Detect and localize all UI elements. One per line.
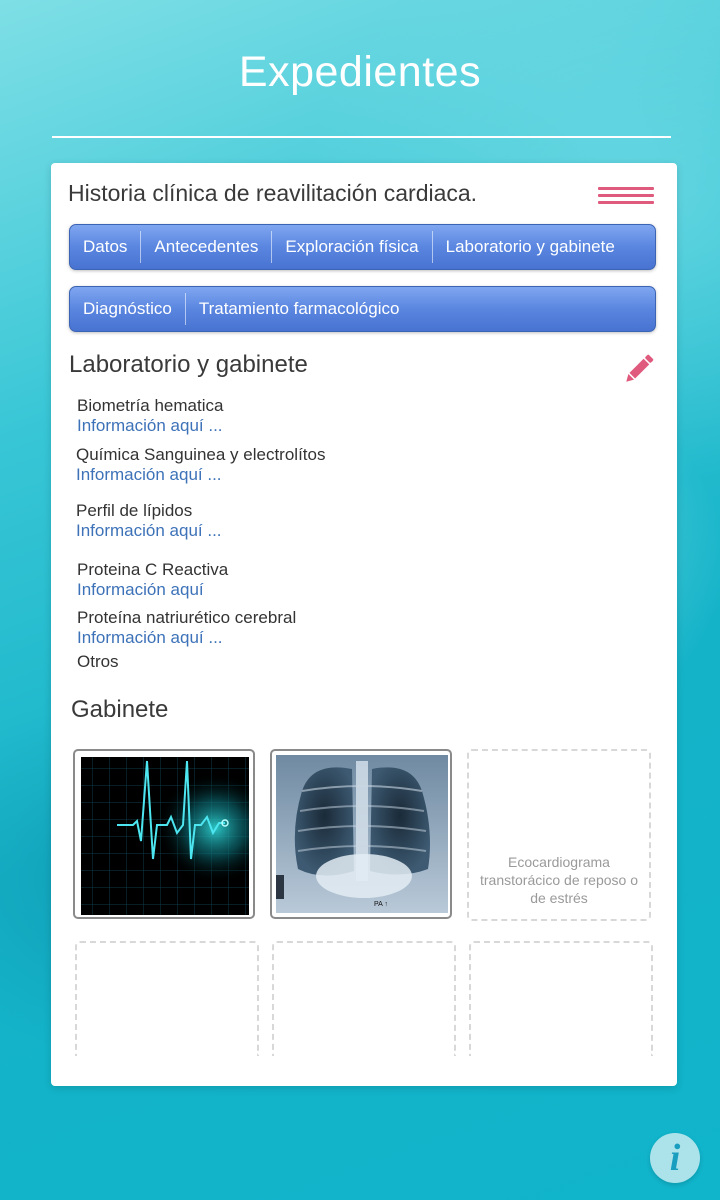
tab-diagnostico[interactable]: Diagnóstico — [70, 293, 186, 325]
tab-bar-primary: Datos Antecedentes Exploración física La… — [69, 224, 656, 270]
lab-item-natriuretico: Proteína natriurético cerebral Informaci… — [77, 608, 296, 648]
lab-item-name: Proteina C Reactiva — [77, 560, 229, 579]
tab-datos[interactable]: Datos — [70, 231, 142, 263]
lab-item-info-link[interactable]: Información aquí — [77, 580, 228, 600]
record-title: Historia clínica de reavilitación cardia… — [68, 180, 478, 206]
lab-item-name: Perfil de lípidos — [76, 501, 193, 520]
section-title-gabinete: Gabinete — [71, 696, 169, 723]
pencil-icon[interactable] — [621, 351, 657, 387]
info-icon[interactable]: i — [650, 1133, 700, 1183]
hamburger-icon[interactable] — [598, 187, 654, 205]
ecg-image-thumbnail[interactable] — [73, 749, 255, 919]
tab-exploracion-fisica[interactable]: Exploración física — [272, 231, 433, 263]
upload-slot[interactable] — [469, 941, 653, 1056]
lab-item-name: Otros — [77, 652, 119, 671]
lab-item-proteina-c: Proteina C Reactiva Información aquí — [77, 560, 228, 600]
record-card: Historia clínica de reavilitación cardia… — [51, 163, 677, 1086]
xray-caption: PA ↑ — [374, 901, 388, 908]
lab-item-quimica: Química Sanguinea y electrolítos Informa… — [76, 445, 325, 485]
lab-item-info-link[interactable]: Información aquí ... — [76, 465, 325, 485]
lab-item-info-link[interactable]: Información aquí ... — [77, 628, 296, 648]
lab-item-biometria: Biometría hematica Información aquí ... — [77, 396, 223, 436]
lab-item-name: Química Sanguinea y electrolítos — [76, 445, 326, 464]
upload-slot[interactable] — [272, 941, 456, 1056]
tab-tratamiento-farmacologico[interactable]: Tratamiento farmacológico — [186, 293, 413, 325]
section-title-laboratorio: Laboratorio y gabinete — [69, 351, 308, 378]
header-divider — [52, 136, 671, 138]
tab-laboratorio-gabinete[interactable]: Laboratorio y gabinete — [433, 231, 628, 263]
lab-item-info-link[interactable]: Información aquí ... — [76, 521, 222, 541]
chest-xray-image-thumbnail[interactable]: PA ↑ — [270, 749, 452, 919]
lab-item-otros: Otros — [77, 652, 119, 672]
tab-antecedentes[interactable]: Antecedentes — [141, 231, 273, 263]
lab-item-name: Proteína natriurético cerebral — [77, 608, 297, 627]
lab-item-info-link[interactable]: Información aquí ... — [77, 416, 223, 436]
page-title: Expedientes — [238, 48, 482, 96]
upload-slot[interactable] — [75, 941, 259, 1056]
tab-bar-secondary: Diagnóstico Tratamiento farmacológico — [69, 286, 656, 332]
lab-item-name: Biometría hematica — [77, 396, 224, 415]
upload-slot-label: Ecocardiograma transtorácico de reposo o… — [480, 854, 638, 906]
upload-slot-ecocardiograma[interactable]: Ecocardiograma transtorácico de reposo o… — [467, 749, 651, 921]
lab-item-perfil-lipidos: Perfil de lípidos Información aquí ... — [76, 501, 222, 541]
